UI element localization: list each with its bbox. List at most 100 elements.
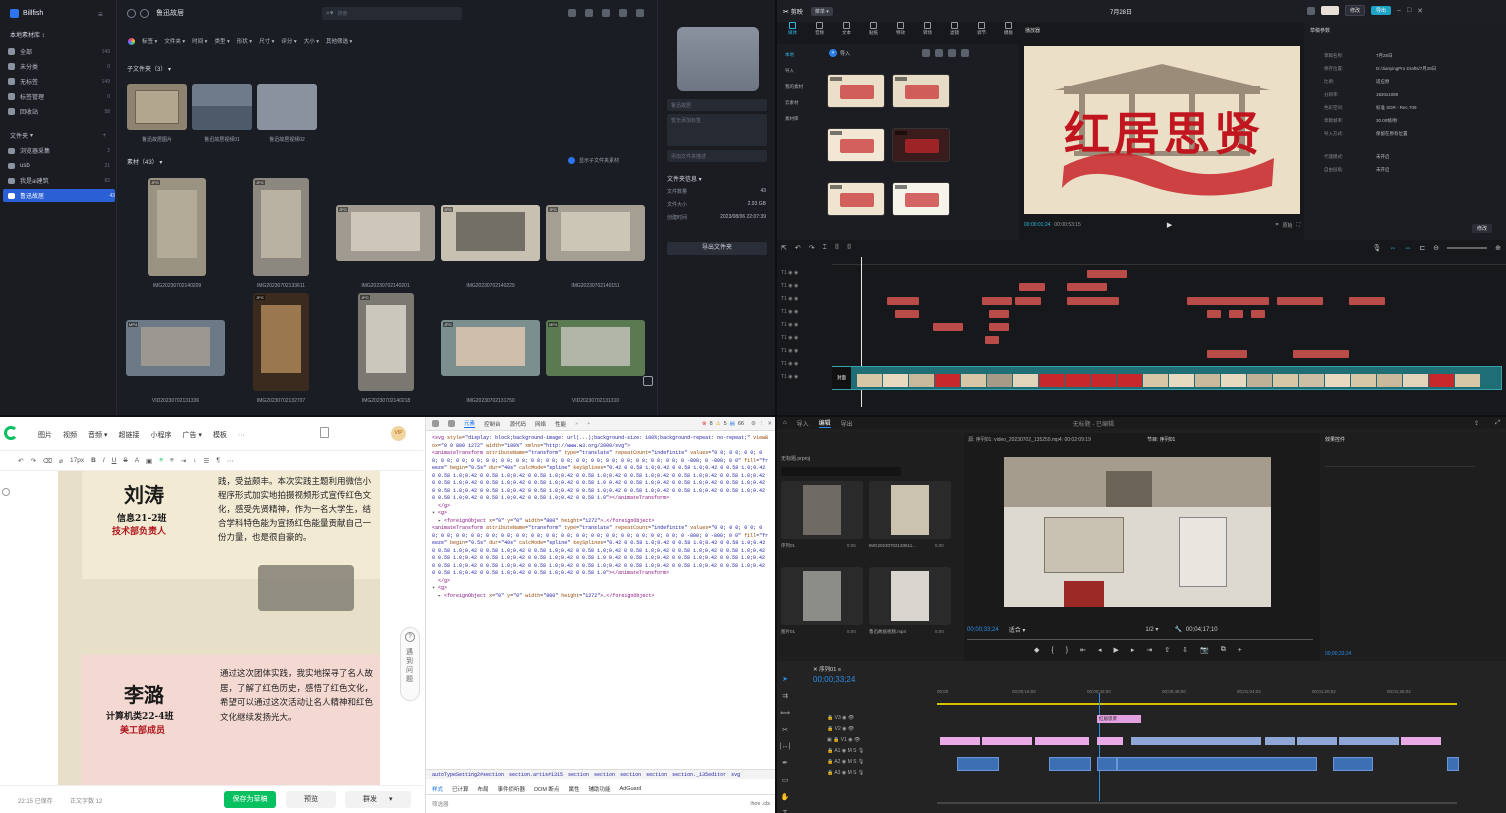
subfolder-thumb[interactable] <box>127 84 187 130</box>
folder-item[interactable]: 我是ai建筑 82 <box>8 174 110 187</box>
filter-7[interactable]: 大小 ▾ <box>304 37 319 45</box>
sticker-clip[interactable] <box>1229 310 1243 318</box>
play-icon[interactable]: ▶ <box>1167 221 1172 229</box>
dom-crumb[interactable]: svg <box>731 772 740 778</box>
toolbar-effects[interactable]: 特效 <box>889 22 912 36</box>
workspace-tab[interactable]: 编辑 <box>818 418 831 428</box>
indent-icon[interactable]: ⇥ <box>181 457 186 465</box>
sticker-clip[interactable] <box>1293 350 1349 358</box>
marker-icon[interactable]: ◆ <box>1034 646 1039 654</box>
asset-thumb[interactable]: JPG <box>441 205 540 261</box>
toolbar-filter[interactable]: 滤镜 <box>943 22 966 36</box>
workspace-tab[interactable]: 导入 <box>797 419 809 428</box>
import-button[interactable]: + 导入 <box>829 49 850 57</box>
fit-select[interactable]: 适合 ▾ <box>1009 625 1026 634</box>
filter-6[interactable]: 评分 ▾ <box>281 37 296 45</box>
sidebar-item[interactable]: 全部 149 <box>8 45 110 58</box>
devtools-tab[interactable]: 元素 <box>464 419 476 428</box>
video-clip[interactable] <box>982 737 1032 745</box>
undo-icon[interactable]: ↶ <box>18 457 23 465</box>
devtools-tab[interactable]: 源代码 <box>510 420 527 428</box>
subfolder-header[interactable]: 子文件夹（3） ▾ <box>127 64 171 73</box>
help-float[interactable]: ? 遇到问题 <box>400 627 420 701</box>
save-draft-button[interactable]: 保存为草稿 <box>224 791 276 808</box>
layout-icon[interactable] <box>1307 6 1315 15</box>
sticker-clip[interactable] <box>1349 297 1385 305</box>
sticker-clip[interactable] <box>1087 270 1127 278</box>
asset-thumb[interactable]: JPG <box>358 293 414 391</box>
filter-2[interactable]: 时间 ▾ <box>192 37 207 45</box>
filter-8[interactable]: 其他筛选 ▾ <box>326 37 352 45</box>
device-icon[interactable] <box>448 420 455 427</box>
console-counts[interactable]: ⊗ 8 ⚠ 5 ▤ 66 ⚙ ⋮ ✕ <box>702 421 775 427</box>
preview-button[interactable]: 预览 <box>286 791 336 808</box>
filter-3[interactable]: 类型 ▾ <box>214 37 229 45</box>
close-devtools-icon[interactable]: ✕ <box>767 421 772 427</box>
sticker-clip[interactable] <box>1187 297 1269 305</box>
add-folder-icon[interactable]: + <box>102 133 106 139</box>
work-area-bar[interactable] <box>937 703 1457 705</box>
checkbox-icon[interactable] <box>568 157 575 164</box>
media-thumb[interactable] <box>827 74 885 108</box>
close-icon[interactable]: ✕ <box>1417 7 1423 15</box>
video-clip[interactable] <box>1297 737 1337 745</box>
sticker-clip[interactable] <box>887 297 919 305</box>
sort-icon[interactable] <box>585 9 593 17</box>
side-toggle-icon[interactable] <box>2 488 10 496</box>
strike-icon[interactable]: S <box>123 457 127 464</box>
share-icon[interactable]: ⤢ <box>1495 420 1506 427</box>
dom-crumb[interactable]: section <box>568 772 589 778</box>
audio-clip[interactable] <box>1097 757 1117 771</box>
library-switcher[interactable]: 本地素材库 ↕ <box>10 30 45 39</box>
pseudo-state-toggle[interactable]: :hov .cls <box>750 801 770 807</box>
sticker-clip[interactable] <box>1019 283 1045 291</box>
props-edit-button[interactable]: 修改 <box>1472 224 1493 233</box>
sticker-clip[interactable] <box>933 323 963 331</box>
sticker-clip[interactable] <box>1277 297 1323 305</box>
sticker-clip[interactable] <box>989 310 1009 318</box>
asset-thumb[interactable]: JPG <box>546 205 645 261</box>
fullscreen-icon[interactable]: ⛶ <box>1296 222 1300 228</box>
asset-thumb[interactable]: MP4 <box>546 320 645 376</box>
insert-3[interactable]: 超链接 <box>118 430 139 440</box>
filter-0[interactable]: 标签 ▾ <box>142 37 157 45</box>
font-size-select[interactable]: 17px <box>70 457 84 464</box>
sort-icon[interactable] <box>935 49 943 57</box>
sidebar-item[interactable]: 标签管理 0 <box>8 90 110 103</box>
media-nav-item[interactable]: 我的素材 <box>785 84 803 90</box>
align-left-icon[interactable]: ≡ <box>159 457 163 464</box>
subfolder-thumb[interactable] <box>257 84 317 130</box>
insert-more-icon[interactable]: ⋯ <box>238 431 245 439</box>
more-tabs-icon[interactable]: » <box>575 421 578 427</box>
settings-icon[interactable]: ⚙ <box>751 421 756 427</box>
dom-crumb[interactable]: section.artis#1315 <box>509 772 563 778</box>
color-filter-icon[interactable] <box>128 37 135 45</box>
minimize-icon[interactable]: – <box>1397 7 1401 14</box>
asset-thumb[interactable]: JPG <box>253 178 309 276</box>
video-clip[interactable] <box>1265 737 1295 745</box>
asset-thumb[interactable]: MP4 <box>126 320 225 376</box>
dom-crumb[interactable]: section._135editor <box>672 772 726 778</box>
sticker-clip[interactable] <box>985 336 999 344</box>
media-thumb[interactable] <box>892 182 950 216</box>
toolbar-media[interactable]: 媒体 <box>781 22 804 36</box>
bin-item[interactable] <box>781 567 863 625</box>
underline-icon[interactable]: U <box>112 457 117 464</box>
step-forward-icon[interactable]: ▸ <box>1131 646 1135 654</box>
preview-axis-icon[interactable]: ⊏ <box>1419 244 1425 252</box>
sticker-clip[interactable] <box>989 323 1009 331</box>
effect-controls-tab[interactable]: 效果控件 <box>1325 436 1345 443</box>
link-icon[interactable]: ⇔ <box>1404 245 1411 252</box>
export-button[interactable]: 导出 <box>1371 6 1392 15</box>
resolution-select[interactable]: 1/2 ▾ <box>1145 626 1158 633</box>
playhead[interactable] <box>1099 693 1100 801</box>
dom-crumb[interactable]: section <box>646 772 667 778</box>
audio-clip[interactable] <box>1333 757 1373 771</box>
cover-button[interactable]: 封面 <box>832 367 851 389</box>
styles-tab[interactable]: 样式 <box>432 785 443 793</box>
quick-export-icon[interactable]: ⇪ <box>1474 420 1485 427</box>
toolbar-template[interactable]: 模板 <box>997 22 1020 36</box>
vip-badge[interactable] <box>1321 6 1339 15</box>
toolbar-sticker[interactable]: 贴纸 <box>862 22 885 36</box>
redo-icon[interactable]: ↷ <box>30 457 35 465</box>
